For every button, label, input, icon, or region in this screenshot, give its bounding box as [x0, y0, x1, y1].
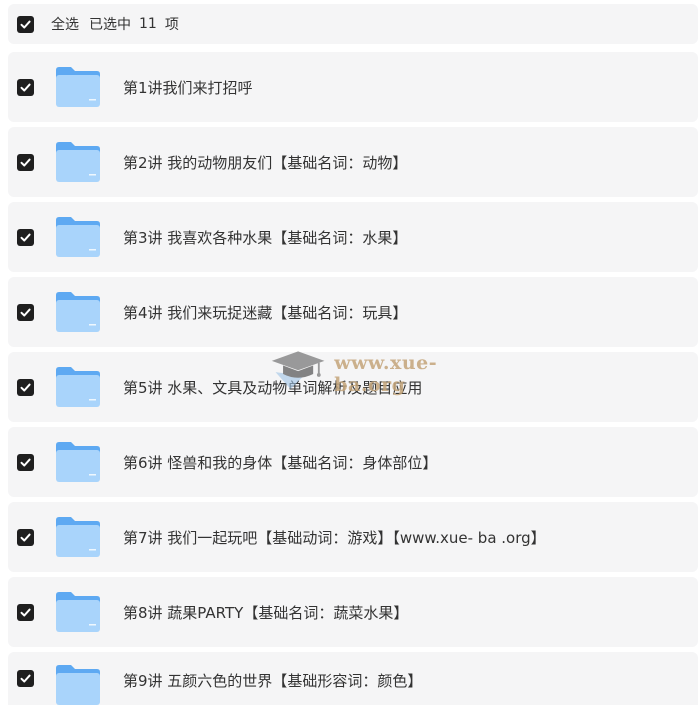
item-checkbox[interactable] — [17, 78, 34, 96]
file-list: 第1讲我们来打招呼 第2讲 我的动物朋友们【基础名词：动物】 第3讲 我喜欢各种… — [0, 0, 698, 705]
list-item[interactable]: 第8讲 蔬果PARTY【基础名词：蔬菜水果】 — [8, 577, 698, 647]
item-checkbox[interactable] — [17, 603, 34, 621]
item-checkbox[interactable] — [17, 153, 34, 171]
list-item[interactable]: 第3讲 我喜欢各种水果【基础名词：水果】 — [8, 202, 698, 272]
item-name[interactable]: 第3讲 我喜欢各种水果【基础名词：水果】 — [123, 227, 407, 248]
folder-icon — [56, 142, 100, 182]
check-icon — [20, 608, 31, 616]
folder-icon — [56, 292, 100, 332]
list-item[interactable]: 第2讲 我的动物朋友们【基础名词：动物】 — [8, 127, 698, 197]
folder-icon — [56, 517, 100, 557]
item-name[interactable]: 第2讲 我的动物朋友们【基础名词：动物】 — [123, 152, 407, 173]
folder-icon — [56, 592, 100, 632]
item-name[interactable]: 第7讲 我们一起玩吧【基础动词：游戏】【www.xue- ba .org】 — [123, 527, 546, 548]
list-item[interactable]: 第1讲我们来打招呼 — [8, 52, 698, 122]
item-name[interactable]: 第6讲 怪兽和我的身体【基础名词：身体部位】 — [123, 452, 437, 473]
item-name[interactable]: 第8讲 蔬果PARTY【基础名词：蔬菜水果】 — [123, 602, 408, 623]
list-item[interactable]: 第4讲 我们来玩捉迷藏【基础名词：玩具】 — [8, 277, 698, 347]
folder-icon — [56, 67, 100, 107]
item-name[interactable]: 第4讲 我们来玩捉迷藏【基础名词：玩具】 — [123, 302, 407, 323]
item-name[interactable]: 第9讲 五颜六色的世界【基础形容词：颜色】 — [123, 670, 422, 691]
check-icon — [20, 674, 31, 683]
list-item[interactable]: 第6讲 怪兽和我的身体【基础名词：身体部位】 — [8, 427, 698, 497]
item-name[interactable]: 第1讲我们来打招呼 — [123, 77, 253, 98]
folder-icon — [56, 665, 100, 705]
check-icon — [20, 458, 31, 466]
check-icon — [20, 533, 31, 541]
item-checkbox[interactable] — [17, 528, 34, 546]
item-checkbox[interactable] — [17, 303, 34, 321]
item-checkbox[interactable] — [17, 378, 34, 396]
check-icon — [20, 83, 31, 91]
folder-icon — [56, 442, 100, 482]
item-checkbox[interactable] — [17, 453, 34, 471]
folder-icon — [56, 217, 100, 257]
check-icon — [20, 233, 31, 241]
check-icon — [20, 158, 31, 166]
item-name[interactable]: 第5讲 水果、文具及动物单词解析及题目应用 — [123, 377, 422, 398]
check-icon — [20, 308, 31, 316]
item-checkbox[interactable] — [17, 670, 34, 687]
check-icon — [20, 383, 31, 391]
list-item[interactable]: 第9讲 五颜六色的世界【基础形容词：颜色】 — [8, 652, 698, 705]
list-item[interactable]: 第7讲 我们一起玩吧【基础动词：游戏】【www.xue- ba .org】 — [8, 502, 698, 572]
folder-icon — [56, 367, 100, 407]
item-checkbox[interactable] — [17, 228, 34, 246]
list-item[interactable]: 第5讲 水果、文具及动物单词解析及题目应用 — [8, 352, 698, 422]
